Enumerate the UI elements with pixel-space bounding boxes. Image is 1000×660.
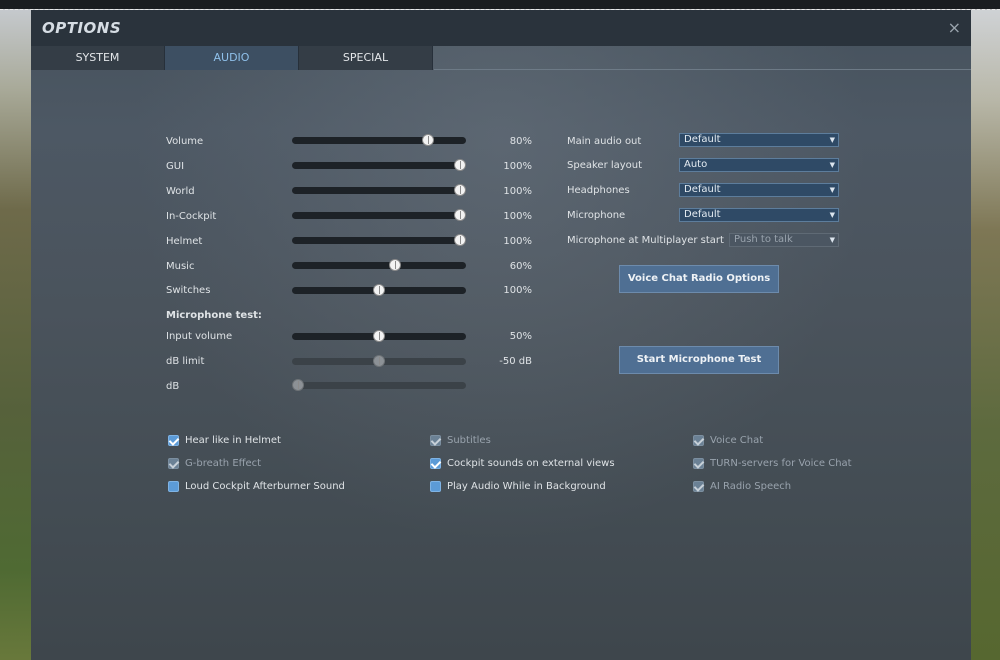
select-value: Auto: [684, 159, 708, 170]
select-value: Default: [684, 209, 721, 220]
switches-value: 100%: [503, 285, 532, 296]
voice-chat-label: Voice Chat: [710, 435, 764, 446]
speaker-layout-select[interactable]: Auto ▼: [679, 158, 839, 172]
slider-knob[interactable]: [454, 184, 466, 196]
tab-special[interactable]: SPECIAL: [299, 46, 433, 70]
slider-knob: [292, 379, 304, 391]
world-slider[interactable]: [292, 184, 466, 196]
microphone-select[interactable]: Default ▼: [679, 208, 839, 222]
input-volume-label: Input volume: [166, 331, 233, 342]
music-label: Music: [166, 261, 195, 272]
play-background-label: Play Audio While in Background: [447, 481, 606, 492]
ai-radio-speech-checkbox: [693, 481, 704, 492]
volume-value: 80%: [509, 136, 532, 147]
g-breath-label: G-breath Effect: [185, 458, 262, 469]
microphone-label: Microphone: [567, 210, 626, 221]
tab-bar: SYSTEM AUDIO SPECIAL: [31, 46, 971, 70]
in-cockpit-slider[interactable]: [292, 209, 466, 221]
volume-label: Volume: [166, 136, 204, 147]
select-value: Default: [684, 134, 721, 145]
db-meter: [292, 379, 466, 391]
dialog-title: OPTIONS: [42, 19, 122, 37]
main-audio-out-label: Main audio out: [567, 136, 642, 147]
mic-test-heading: Microphone test:: [166, 310, 262, 321]
background-scenery-right: [971, 10, 1000, 660]
input-volume-slider[interactable]: [292, 330, 466, 342]
tab-system[interactable]: SYSTEM: [31, 46, 165, 70]
tab-underline: [434, 69, 971, 70]
slider-knob[interactable]: [454, 234, 466, 246]
slider-knob[interactable]: [373, 330, 385, 342]
gui-slider[interactable]: [292, 159, 466, 171]
helmet-label: Helmet: [166, 236, 203, 247]
slider-knob[interactable]: [373, 284, 385, 296]
volume-slider[interactable]: [292, 134, 466, 146]
db-limit-label: dB limit: [166, 356, 205, 367]
close-icon[interactable]: ×: [948, 18, 961, 37]
subtitles-checkbox: [430, 435, 441, 446]
headphones-select[interactable]: Default ▼: [679, 183, 839, 197]
switches-slider[interactable]: [292, 284, 466, 296]
db-label: dB: [166, 381, 180, 392]
window-top-strip: [0, 0, 1000, 10]
world-value: 100%: [503, 186, 532, 197]
chevron-down-icon: ▼: [829, 186, 835, 194]
mic-mp-start-label: Microphone at Multiplayer start: [567, 235, 724, 246]
ai-radio-speech-label: AI Radio Speech: [710, 481, 792, 492]
title-bar: OPTIONS ×: [31, 10, 971, 46]
hear-like-helmet-checkbox[interactable]: [168, 435, 179, 446]
turn-servers-label: TURN-servers for Voice Chat: [710, 458, 852, 469]
hear-like-helmet-label: Hear like in Helmet: [185, 435, 281, 446]
slider-knob: [373, 355, 385, 367]
slider-knob[interactable]: [421, 134, 434, 146]
loud-afterburner-checkbox[interactable]: [168, 481, 179, 492]
play-background-checkbox[interactable]: [430, 481, 441, 492]
switches-label: Switches: [166, 285, 211, 296]
chevron-down-icon: ▼: [829, 136, 835, 144]
world-label: World: [166, 186, 195, 197]
options-dialog: OPTIONS × SYSTEM AUDIO SPECIAL Volume 80…: [31, 10, 971, 660]
speaker-layout-label: Speaker layout: [567, 160, 643, 171]
db-limit-value: -50 dB: [499, 356, 532, 367]
start-mic-test-button[interactable]: Start Microphone Test: [619, 346, 779, 374]
slider-knob[interactable]: [454, 209, 466, 221]
helmet-value: 100%: [503, 236, 532, 247]
chevron-down-icon: ▼: [829, 236, 835, 244]
input-volume-value: 50%: [509, 331, 532, 342]
main-audio-out-select[interactable]: Default ▼: [679, 133, 839, 147]
voice-chat-checkbox: [693, 435, 704, 446]
turn-servers-checkbox: [693, 458, 704, 469]
cockpit-external-checkbox[interactable]: [430, 458, 441, 469]
slider-knob[interactable]: [454, 159, 466, 171]
music-value: 60%: [509, 261, 532, 272]
in-cockpit-value: 100%: [503, 211, 532, 222]
chevron-down-icon: ▼: [829, 211, 835, 219]
gui-label: GUI: [166, 161, 185, 172]
helmet-slider[interactable]: [292, 234, 466, 246]
select-value: Push to talk: [734, 234, 793, 245]
mic-mp-start-select: Push to talk ▼: [729, 233, 839, 247]
voice-chat-radio-options-button[interactable]: Voice Chat Radio Options: [619, 265, 779, 293]
cockpit-external-label: Cockpit sounds on external views: [447, 458, 615, 469]
headphones-label: Headphones: [567, 185, 630, 196]
background-scenery-left: [0, 10, 31, 660]
subtitles-label: Subtitles: [447, 435, 491, 446]
db-limit-slider: [292, 355, 466, 367]
g-breath-checkbox: [168, 458, 179, 469]
slider-knob[interactable]: [389, 259, 402, 271]
in-cockpit-label: In-Cockpit: [166, 211, 217, 222]
loud-afterburner-label: Loud Cockpit Afterburner Sound: [185, 481, 345, 492]
select-value: Default: [684, 184, 721, 195]
chevron-down-icon: ▼: [829, 161, 835, 169]
gui-value: 100%: [503, 161, 532, 172]
music-slider[interactable]: [292, 259, 466, 271]
tab-audio[interactable]: AUDIO: [165, 46, 299, 70]
